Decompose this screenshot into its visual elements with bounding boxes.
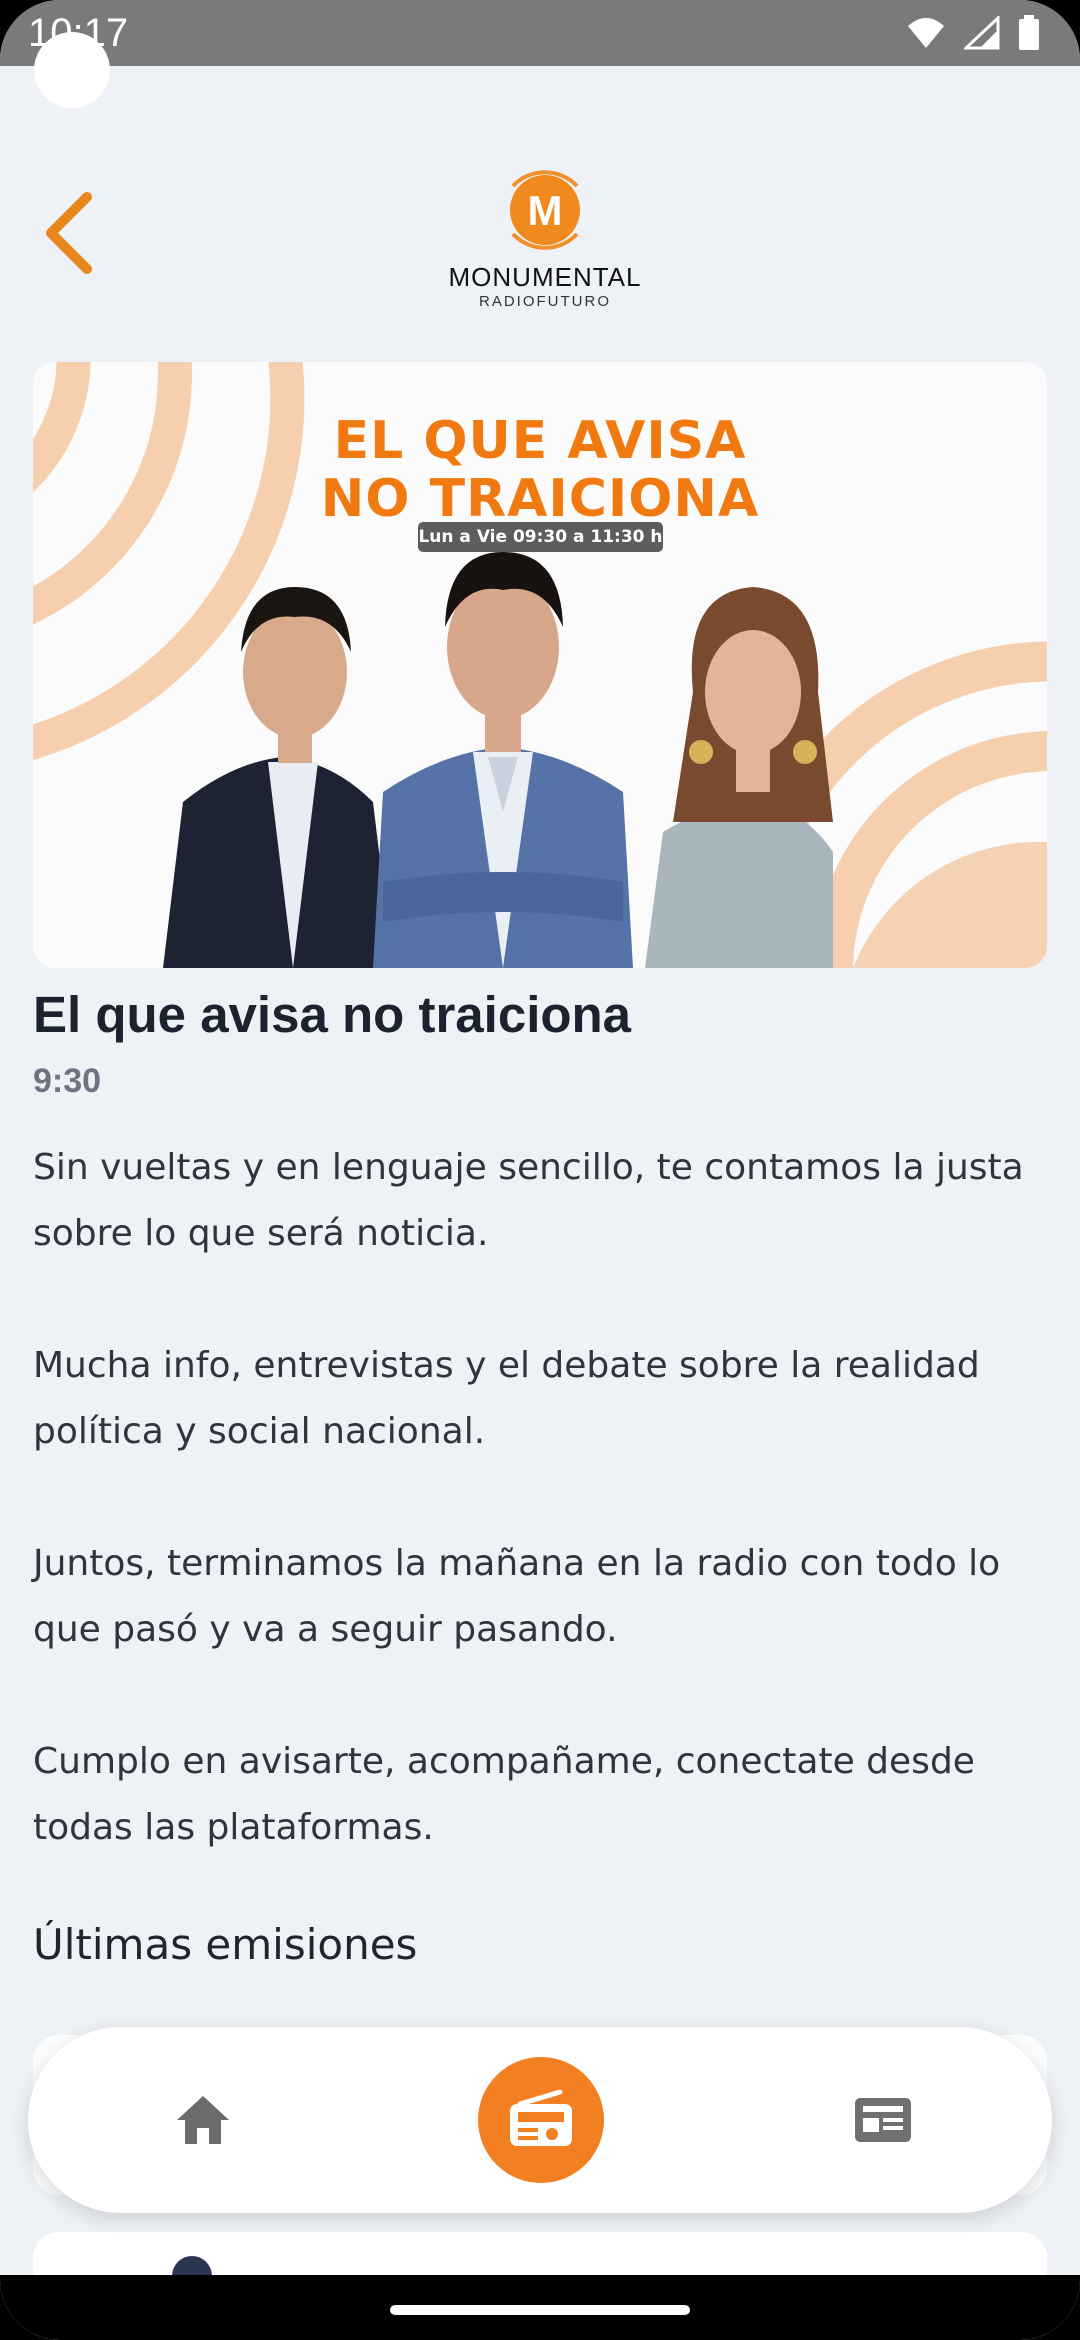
home-icon: [177, 2096, 229, 2144]
app-screen: 10:17 M: [0, 0, 1080, 2340]
battery-icon: [1019, 15, 1039, 50]
schedule-badge: Lun a Vie 09:30 a 11:30 h: [418, 522, 663, 552]
camera-cutout: [34, 32, 110, 108]
logo-letter: M: [528, 187, 563, 234]
home-gesture-pill[interactable]: [390, 2305, 690, 2315]
back-button[interactable]: [34, 188, 104, 278]
status-icons: [906, 15, 1040, 51]
latest-episodes-title: Últimas emisiones: [33, 1920, 418, 1969]
signal-icon: [964, 16, 1000, 50]
show-banner-image: EL QUE AVISA NO TRAICIONA Lun a Vie 09:3…: [33, 362, 1047, 968]
monumental-logo: M MONUMENTAL RADIOFUTURO: [430, 160, 660, 310]
show-description: Sin vueltas y en lenguaje sencillo, te c…: [33, 1135, 1033, 1927]
description-paragraph: Mucha info, entrevistas y el debate sobr…: [33, 1345, 980, 1452]
news-icon: [855, 2098, 911, 2142]
wifi-icon: [908, 18, 944, 48]
description-paragraph: Juntos, terminamos la mañana en la radio…: [33, 1543, 1001, 1650]
logo-title: MONUMENTAL: [448, 262, 642, 292]
radio-icon: [510, 2090, 572, 2146]
banner-title-line1: EL QUE AVISA: [333, 411, 747, 471]
nav-news-button[interactable]: [848, 2087, 918, 2153]
show-time: 9:30: [33, 1062, 102, 1100]
logo-subtitle: RADIOFUTURO: [479, 293, 611, 310]
banner-title: EL QUE AVISA NO TRAICIONA: [33, 412, 1047, 528]
app-header: M MONUMENTAL RADIOFUTURO: [0, 140, 1080, 320]
chevron-left-icon: [46, 192, 92, 274]
banner-title-line2: NO TRAICIONA: [320, 469, 760, 529]
show-title: El que avisa no traiciona: [33, 986, 632, 1043]
status-bar: 10:17: [0, 0, 1080, 66]
logo-mark-icon: M: [510, 170, 580, 250]
nav-radio-button[interactable]: [478, 2057, 604, 2183]
description-paragraph: Sin vueltas y en lenguaje sencillo, te c…: [33, 1147, 1024, 1254]
bottom-navigation: [28, 2027, 1052, 2213]
nav-home-button[interactable]: [168, 2087, 238, 2153]
description-paragraph: Cumplo en avisarte, acompañame, conectat…: [33, 1741, 975, 1848]
